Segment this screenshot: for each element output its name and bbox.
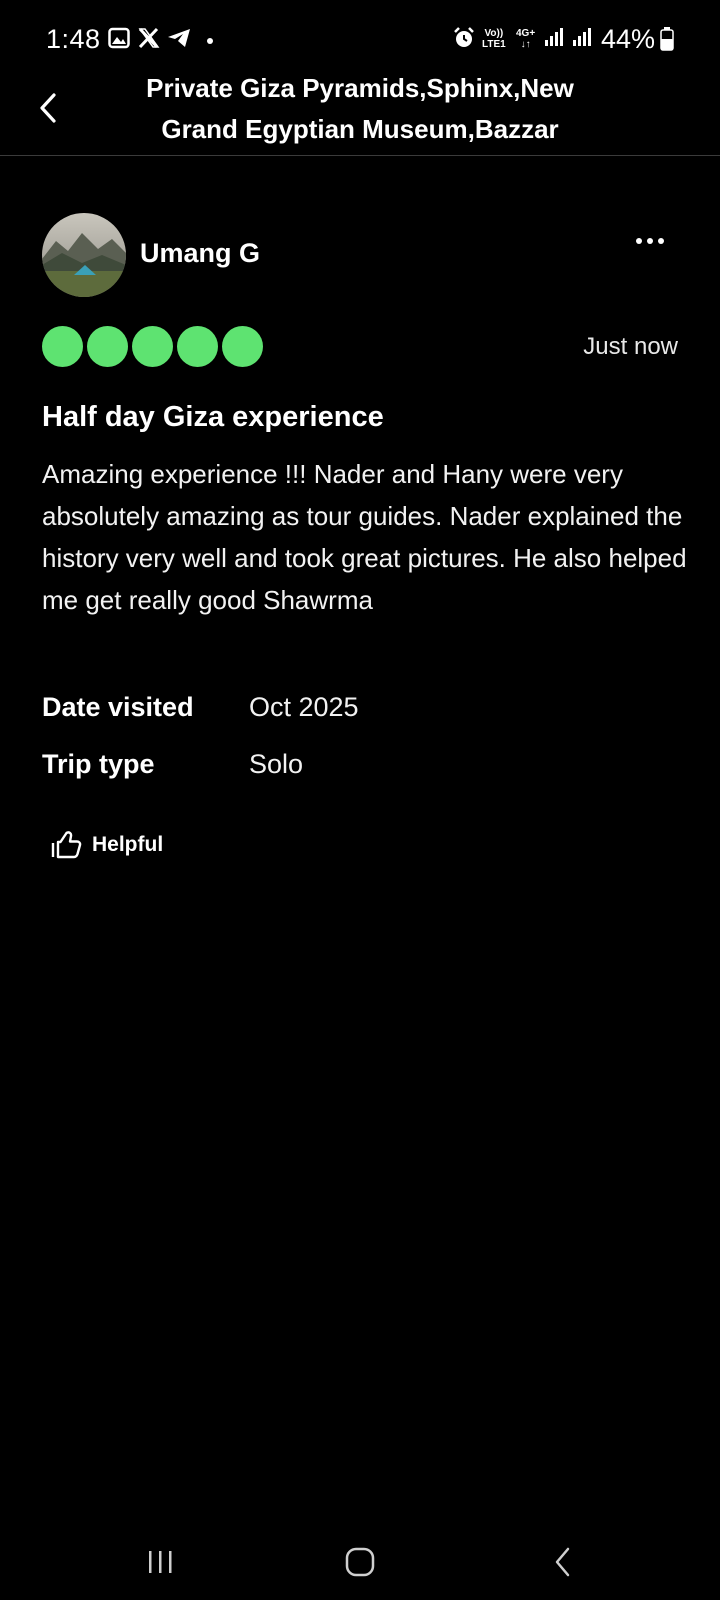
date-visited-value: Oct 2025: [249, 692, 359, 722]
recents-icon: [149, 1551, 172, 1573]
battery-percentage: 44%: [601, 24, 656, 54]
header: Private Giza Pyramids,Sphinx,New Grand E…: [0, 64, 720, 156]
signal-icon: [572, 26, 592, 53]
review-date: Just now: [583, 333, 678, 360]
volte-label: Vo)): [484, 28, 504, 39]
rating-bubble: [222, 326, 263, 367]
avatar[interactable]: [42, 213, 126, 297]
rating-bubbles: [42, 326, 263, 367]
data-indicator: 4G+ ↓↑: [516, 28, 535, 50]
trip-type-value: Solo: [249, 749, 304, 779]
home-button[interactable]: [320, 1540, 400, 1584]
telegram-icon: [166, 26, 192, 55]
reviewer-name[interactable]: Umang G: [140, 238, 260, 269]
home-icon: [345, 1547, 375, 1577]
data-activity-label: ↓↑: [520, 39, 531, 50]
rating-bubble: [42, 326, 83, 367]
rating-bubble: [132, 326, 173, 367]
trip-type-label: Trip type: [42, 749, 155, 779]
more-horizontal-icon: [636, 238, 664, 244]
alarm-icon: [452, 26, 476, 55]
lte-label: LTE1: [482, 39, 506, 50]
signal-icon: [544, 26, 564, 53]
date-visited-label: Date visited: [42, 692, 194, 722]
system-back-button[interactable]: [523, 1540, 603, 1584]
helpful-label: Helpful: [92, 833, 164, 856]
more-notifications-dot: [207, 38, 213, 44]
chevron-left-icon: [40, 93, 56, 123]
recents-button[interactable]: [120, 1540, 200, 1584]
x-icon: [137, 26, 161, 55]
avatar-image: [42, 213, 126, 297]
battery-icon: [660, 27, 674, 56]
page-title: Private Giza Pyramids,Sphinx,New Grand E…: [146, 73, 574, 144]
more-options-button[interactable]: [630, 226, 670, 256]
data-type-label: 4G+: [516, 28, 536, 39]
back-nav-icon: [555, 1547, 570, 1577]
volte-indicator: Vo)) LTE1: [482, 28, 506, 50]
gallery-icon: [108, 26, 130, 55]
review-title: Half day Giza experience: [42, 401, 384, 433]
back-button[interactable]: [30, 84, 66, 132]
rating-bubble: [177, 326, 218, 367]
review-body: Amazing experience !!! Nader and Hany we…: [42, 459, 687, 615]
rating-bubble: [87, 326, 128, 367]
thumbs-up-icon: [51, 831, 82, 859]
status-time: 1:48: [46, 24, 101, 54]
helpful-button[interactable]: Helpful: [50, 828, 163, 862]
